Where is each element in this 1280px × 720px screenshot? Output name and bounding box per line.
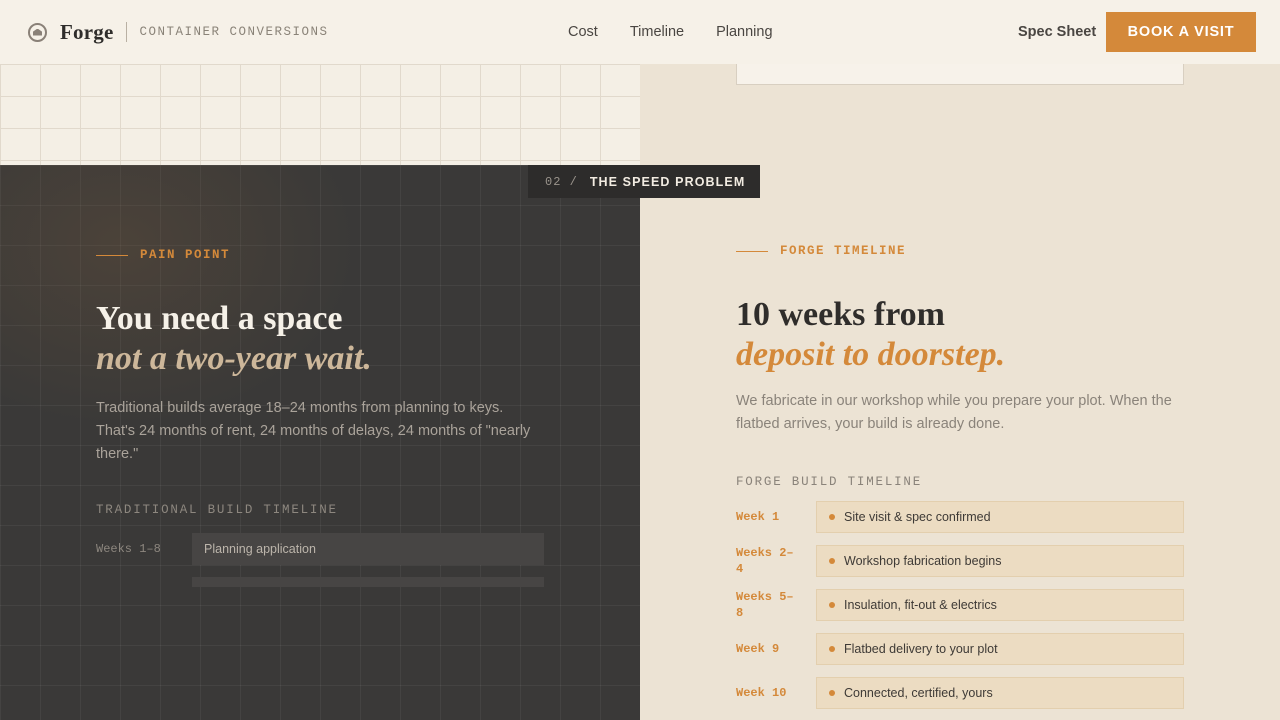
forge-timeline-section: FORGE TIMELINE 10 weeks from deposit to …	[736, 244, 1184, 720]
timeline-step-label: Insulation, fit-out & electrics	[844, 598, 997, 612]
section-number: 02 /	[545, 174, 578, 189]
card-remnant	[736, 62, 1184, 85]
pain-headline: You need a space	[96, 300, 343, 337]
forge-eyebrow-label: FORGE TIMELINE	[780, 244, 907, 258]
traditional-bar-partial	[192, 577, 544, 587]
forge-eyebrow: FORGE TIMELINE	[736, 244, 1184, 258]
pain-headline-italic: not a two-year wait.	[96, 340, 372, 377]
nav-timeline[interactable]: Timeline	[630, 24, 684, 40]
timeline-step: Flatbed delivery to your plot	[816, 633, 1184, 665]
bullet-icon	[829, 690, 835, 696]
timeline-step: Workshop fabrication begins	[816, 545, 1184, 577]
timeline-step: Insulation, fit-out & electrics	[816, 589, 1184, 621]
pain-eyebrow: PAIN POINT	[96, 248, 556, 262]
timeline-week: Weeks 2–4	[736, 546, 794, 576]
timeline-step-label: Flatbed delivery to your plot	[844, 642, 998, 656]
nav-planning[interactable]: Planning	[716, 24, 772, 40]
bullet-icon	[829, 646, 835, 652]
timeline-step-label: Connected, certified, yours	[844, 686, 993, 700]
timeline-row: Week 9 Flatbed delivery to your plot	[736, 633, 1184, 665]
timeline-week: Week 10	[736, 686, 787, 700]
section-tag: 02 / THE SPEED PROBLEM	[528, 165, 760, 198]
pain-body: Traditional builds average 18–24 months …	[96, 400, 531, 462]
timeline-step-label: Site visit & spec confirmed	[844, 510, 991, 524]
traditional-week: Weeks 1–8	[96, 542, 161, 556]
timeline-row: Week 10 Connected, certified, yours	[736, 677, 1184, 709]
timeline-step: Site visit & spec confirmed	[816, 501, 1184, 533]
timeline-row: Week 1 Site visit & spec confirmed	[736, 501, 1184, 533]
nav-cost[interactable]: Cost	[568, 24, 598, 40]
forge-timeline-list: Week 1 Site visit & spec confirmed Weeks…	[736, 501, 1184, 709]
traditional-timeline-row: Weeks 1–8 Planning application	[96, 533, 556, 565]
brand-divider	[126, 22, 128, 42]
timeline-row: Weeks 2–4 Workshop fabrication begins	[736, 545, 1184, 577]
logo-icon[interactable]	[28, 22, 47, 42]
forge-headline: 10 weeks from	[736, 296, 945, 333]
forge-body: We fabricate in our workshop while you p…	[736, 393, 1172, 432]
forge-headline-italic: deposit to doorstep.	[736, 336, 1006, 373]
brand-subtitle: CONTAINER CONVERSIONS	[139, 25, 329, 39]
timeline-row: Weeks 5–8 Insulation, fit-out & electric…	[736, 589, 1184, 621]
pain-eyebrow-label: PAIN POINT	[140, 248, 231, 262]
eyebrow-line	[96, 254, 128, 256]
brand-name[interactable]: Forge	[60, 20, 113, 45]
traditional-timeline-label: TRADITIONAL BUILD TIMELINE	[96, 503, 338, 517]
site-header: Forge CONTAINER CONVERSIONS Cost Timelin…	[0, 0, 1280, 64]
bullet-icon	[829, 602, 835, 608]
timeline-week: Week 1	[736, 510, 780, 524]
forge-timeline-label: FORGE BUILD TIMELINE	[736, 475, 923, 489]
timeline-step: Connected, certified, yours	[816, 677, 1184, 709]
grid-background	[0, 64, 640, 165]
main-nav: Cost Timeline Planning	[568, 0, 805, 64]
book-visit-button[interactable]: BOOK A VISIT	[1106, 12, 1256, 52]
bullet-icon	[829, 558, 835, 564]
eyebrow-line	[736, 250, 768, 252]
timeline-step-label: Workshop fabrication begins	[844, 554, 1002, 568]
spec-sheet-link[interactable]: Spec Sheet	[1018, 24, 1096, 40]
traditional-bar: Planning application	[192, 533, 544, 565]
bullet-icon	[829, 514, 835, 520]
timeline-week: Week 9	[736, 642, 780, 656]
pain-content: PAIN POINT You need a space not a two-ye…	[96, 248, 556, 587]
section-title: THE SPEED PROBLEM	[589, 174, 746, 189]
timeline-week: Weeks 5–8	[736, 590, 794, 620]
